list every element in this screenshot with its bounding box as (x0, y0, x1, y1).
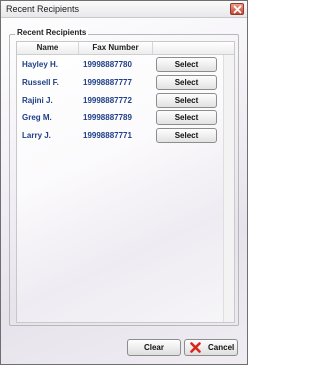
recipient-fax: 19998887771 (83, 131, 132, 140)
recipient-name: Hayley H. (22, 60, 59, 69)
recipient-name: Larry J. (22, 131, 51, 140)
table-row[interactable]: Russell F. 19998887777 Select (17, 75, 223, 92)
cancel-button[interactable]: Cancel (184, 339, 238, 356)
x-icon (190, 342, 201, 353)
recipient-name: Rajini J. (22, 96, 53, 105)
recipients-table: Name Fax Number Hayley H. 19998887780 Se… (16, 41, 235, 323)
table-header: Name Fax Number (17, 42, 234, 55)
close-icon (233, 5, 242, 14)
title-bar[interactable]: Recent Recipients (1, 1, 247, 18)
cancel-label: Cancel (208, 343, 235, 352)
column-header-name[interactable]: Name (17, 42, 79, 54)
recipient-fax: 19998887777 (83, 78, 132, 87)
clear-button[interactable]: Clear (127, 339, 181, 356)
window-title: Recent Recipients (6, 4, 80, 14)
recipient-fax: 19998887789 (83, 113, 132, 122)
select-button[interactable]: Select (156, 128, 217, 143)
table-row[interactable]: Larry J. 19998887771 Select (17, 128, 223, 145)
close-button[interactable] (230, 3, 244, 15)
column-header-fax[interactable]: Fax Number (79, 42, 153, 54)
select-button[interactable]: Select (156, 75, 217, 90)
table-row[interactable]: Rajini J. 19998887772 Select (17, 93, 223, 110)
group-label: Recent Recipients (15, 28, 89, 37)
select-button[interactable]: Select (156, 93, 217, 108)
recipient-fax: 19998887780 (83, 60, 132, 69)
table-row[interactable]: Greg M. 19998887789 Select (17, 110, 223, 127)
recipient-name: Russell F. (22, 78, 59, 87)
recipient-fax: 19998887772 (83, 96, 132, 105)
table-row[interactable]: Hayley H. 19998887780 Select (17, 57, 223, 74)
column-header-action (153, 42, 223, 54)
dialog-window: Recent Recipients Recent Recipients Name… (0, 0, 248, 365)
select-button[interactable]: Select (156, 110, 217, 125)
vertical-scrollbar[interactable] (223, 55, 234, 322)
recipient-name: Greg M. (22, 113, 52, 122)
select-button[interactable]: Select (156, 57, 217, 72)
